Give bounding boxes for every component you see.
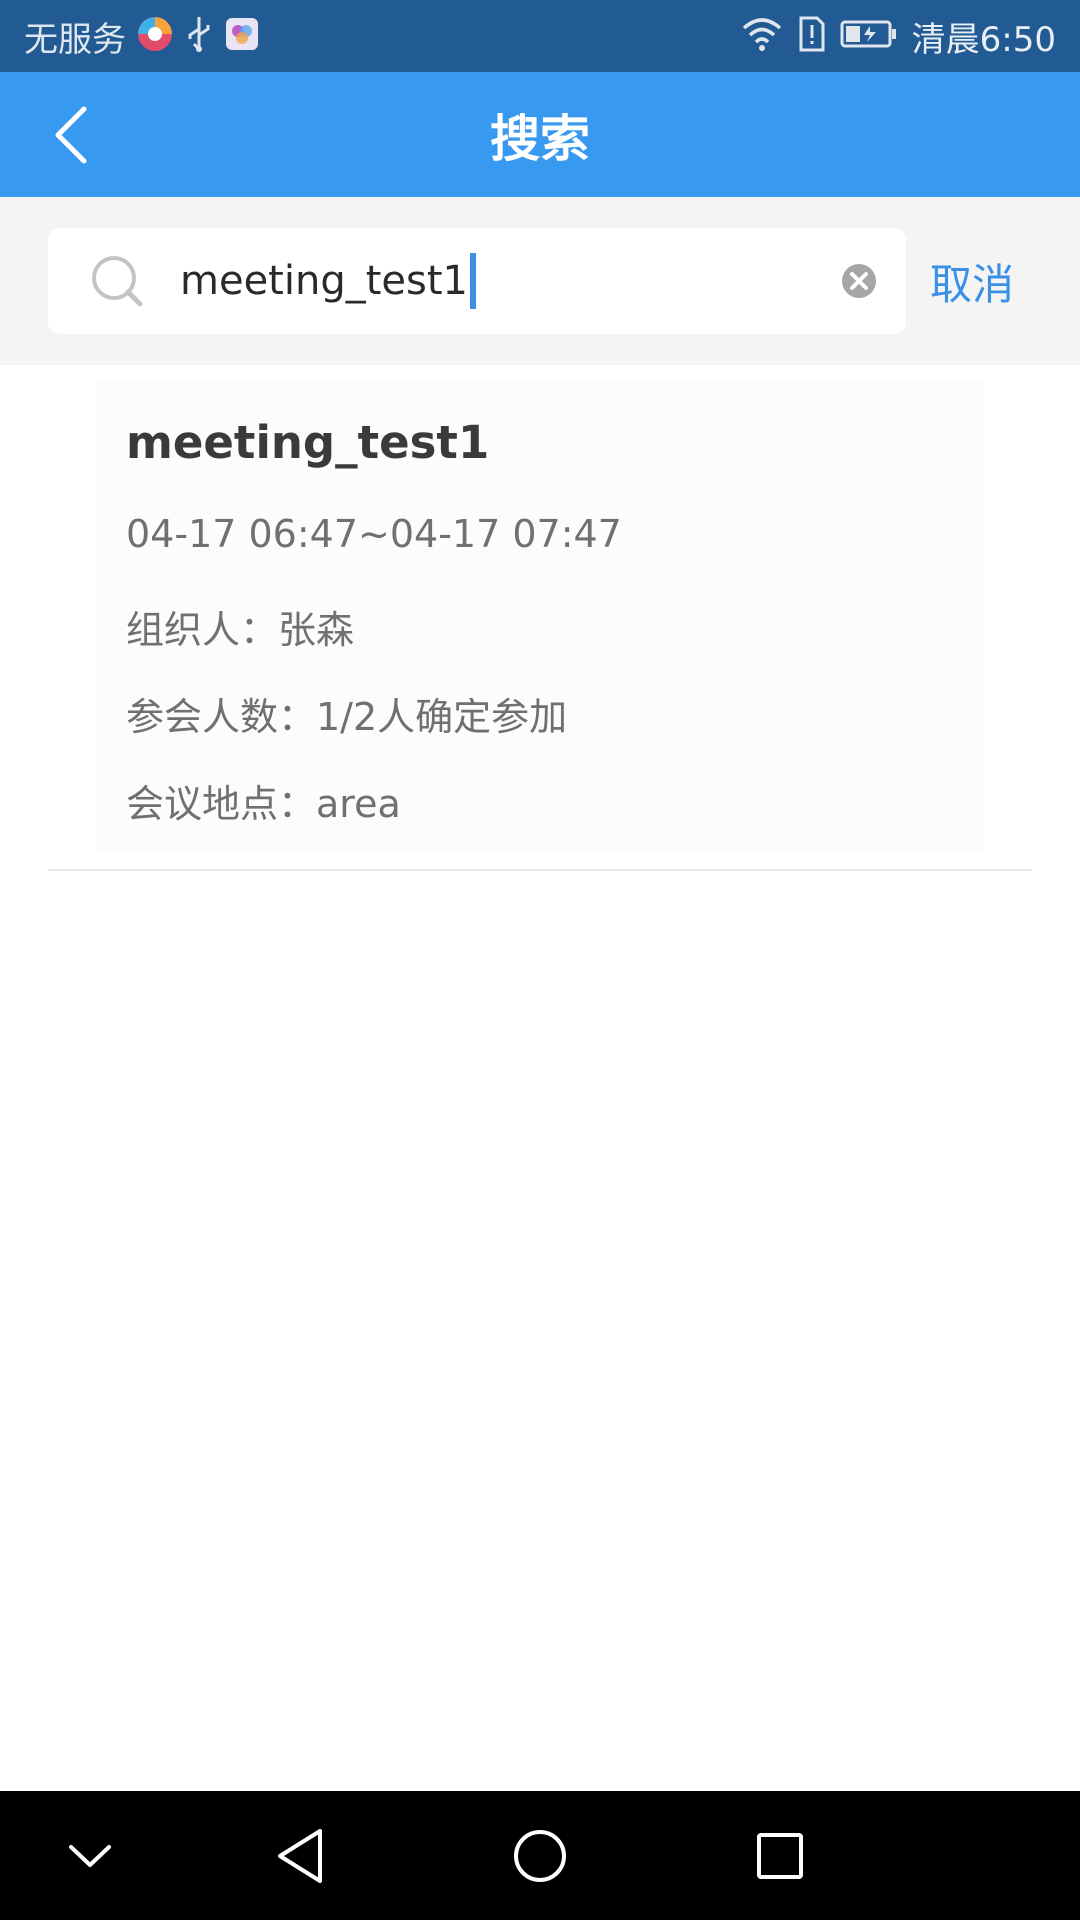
navigation-bar <box>0 1791 1080 1920</box>
nav-recents-button[interactable] <box>720 1791 840 1920</box>
back-button[interactable] <box>40 102 100 168</box>
clear-icon <box>842 264 876 298</box>
search-box[interactable]: meeting_test1 <box>48 228 906 334</box>
chevron-left-icon <box>55 106 87 164</box>
page-title: 搜索 <box>490 109 590 168</box>
meeting-result-card[interactable]: meeting_test1 04-17 06:47~04-17 07:47 组织… <box>96 380 984 852</box>
usb-icon <box>184 15 214 57</box>
status-time: 清晨6:50 <box>911 19 1056 60</box>
hide-nav-button[interactable] <box>30 1791 150 1920</box>
meeting-attendees: 参会人数：1/2人确定参加 <box>126 695 568 739</box>
clear-button[interactable] <box>840 262 878 300</box>
meeting-time-range: 04-17 06:47~04-17 07:47 <box>126 512 622 556</box>
status-bar: 无服务 清晨6:50 <box>0 0 1080 72</box>
recents-square-icon <box>757 1832 803 1879</box>
sim-alert-icon <box>798 15 826 57</box>
status-left: 无服务 <box>24 0 260 72</box>
app-header: 搜索 <box>0 72 1080 197</box>
nav-home-button[interactable] <box>480 1791 600 1920</box>
browser-app-icon <box>136 15 174 57</box>
back-triangle-icon <box>278 1828 322 1883</box>
cancel-button[interactable]: 取消 <box>930 228 1014 334</box>
status-right: 清晨6:50 <box>740 0 1056 72</box>
wifi-icon <box>740 16 784 56</box>
meeting-location: 会议地点：area <box>126 782 401 826</box>
home-circle-icon <box>514 1829 566 1882</box>
nav-back-button[interactable] <box>240 1791 360 1920</box>
text-caret <box>470 253 476 309</box>
battery-icon <box>840 18 898 54</box>
carrier-text: 无服务 <box>24 19 126 60</box>
search-input[interactable]: meeting_test1 <box>180 251 780 311</box>
meeting-organizer: 组织人：张森 <box>126 608 355 652</box>
gallery-app-icon <box>224 16 260 56</box>
search-icon <box>90 254 146 310</box>
search-area: meeting_test1 取消 <box>0 197 1080 365</box>
chevron-down-icon <box>69 1844 111 1867</box>
search-input-value: meeting_test1 <box>180 258 468 304</box>
meeting-title: meeting_test1 <box>126 416 490 469</box>
result-divider <box>48 869 1032 871</box>
